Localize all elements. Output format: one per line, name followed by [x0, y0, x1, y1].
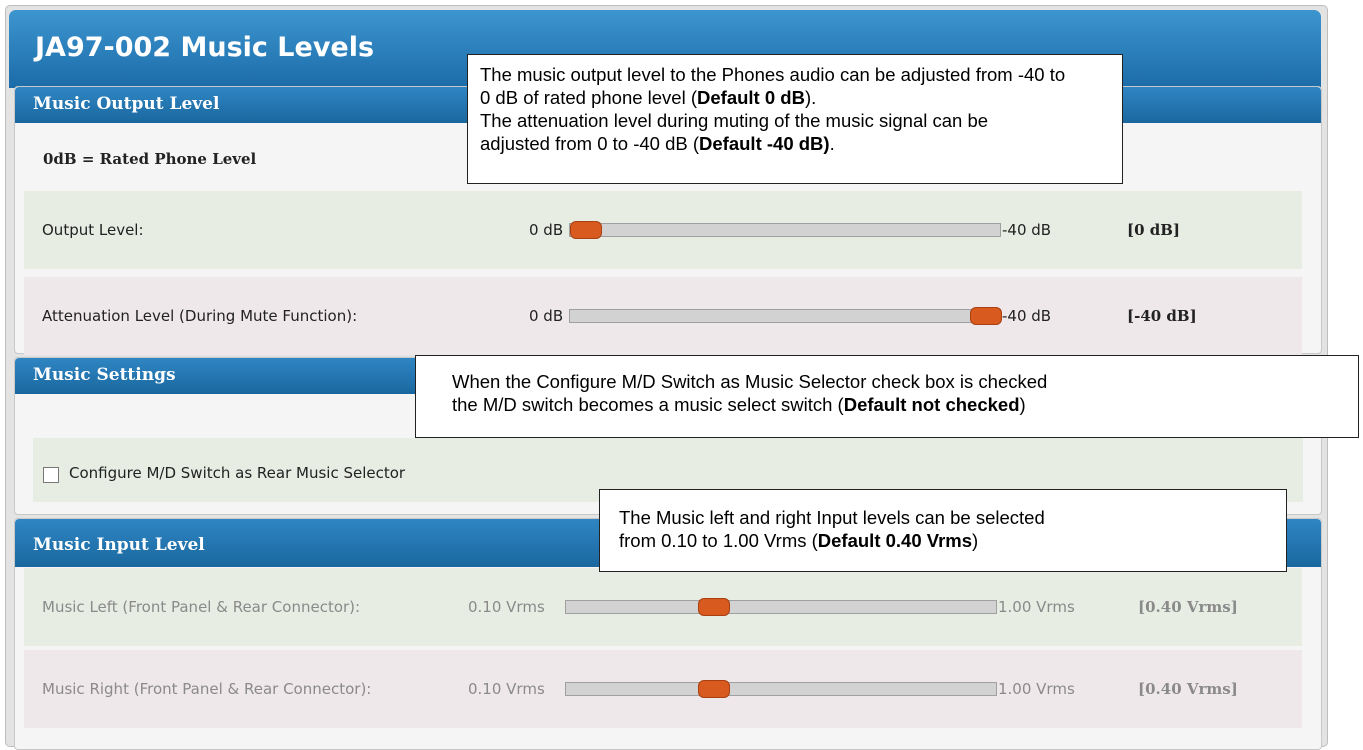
output-callout-line-3: The attenuation level during muting of t…: [480, 110, 989, 131]
output-level-callout: The music output level to the Phones aud…: [467, 54, 1123, 184]
music-right-row: Music Right (Front Panel & Rear Connecto…: [24, 650, 1302, 728]
music-right-min: 0.10 Vrms: [468, 680, 545, 698]
music-left-row: Music Left (Front Panel & Rear Connector…: [24, 568, 1302, 646]
output-level-max: -40 dB: [1002, 221, 1052, 239]
attenuation-level-value: [-40 dB]: [1127, 307, 1197, 325]
output-level-slider-thumb[interactable]: [570, 221, 602, 239]
rated-level-note: 0dB = Rated Phone Level: [43, 150, 257, 168]
music-output-header-label: Music Output Level: [33, 94, 220, 114]
rear-music-selector-label[interactable]: Configure M/D Switch as Rear Music Selec…: [69, 464, 405, 482]
music-settings-header-label: Music Settings: [33, 365, 176, 385]
attenuation-level-slider[interactable]: [569, 307, 1002, 325]
music-left-max: 1.00 Vrms: [998, 598, 1075, 616]
music-right-value: [0.40 Vrms]: [1138, 680, 1238, 698]
music-left-slider-thumb[interactable]: [698, 598, 730, 616]
output-level-min: 0 dB: [529, 221, 564, 239]
attenuation-level-row: Attenuation Level (During Mute Function)…: [24, 277, 1302, 355]
music-input-header-label: Music Input Level: [33, 535, 205, 555]
music-right-label: Music Right (Front Panel & Rear Connecto…: [42, 680, 372, 698]
music-left-slider[interactable]: [565, 598, 997, 616]
output-level-value: [0 dB]: [1127, 221, 1181, 239]
output-callout-line-2: 0 dB of rated phone level (Default 0 dB)…: [480, 87, 817, 108]
music-right-slider-thumb[interactable]: [698, 680, 730, 698]
input-callout-line-2: from 0.10 to 1.00 Vrms (Default 0.40 Vrm…: [619, 530, 979, 551]
output-callout-line-4: adjusted from 0 to -40 dB (Default -40 d…: [480, 133, 835, 154]
music-left-min: 0.10 Vrms: [468, 598, 545, 616]
music-left-value: [0.40 Vrms]: [1138, 598, 1238, 616]
attenuation-level-max: -40 dB: [1002, 307, 1052, 325]
attenuation-level-label: Attenuation Level (During Mute Function)…: [42, 307, 358, 325]
input-level-callout: The Music left and right Input levels ca…: [599, 489, 1287, 572]
settings-callout-line-2: the M/D switch becomes a music select sw…: [452, 394, 1026, 415]
output-level-slider[interactable]: [569, 221, 1001, 239]
attenuation-level-slider-thumb[interactable]: [970, 307, 1002, 325]
music-right-slider[interactable]: [565, 680, 997, 698]
output-level-label: Output Level:: [42, 221, 144, 239]
settings-callout: When the Configure M/D Switch as Music S…: [415, 355, 1359, 438]
page-title: JA97-002 Music Levels: [35, 32, 375, 63]
output-level-row: Output Level: 0 dB -40 dB [0 dB]: [24, 191, 1302, 269]
settings-callout-line-1: When the Configure M/D Switch as Music S…: [452, 371, 1048, 392]
attenuation-level-min: 0 dB: [529, 307, 564, 325]
music-right-max: 1.00 Vrms: [998, 680, 1075, 698]
rear-music-selector-checkbox[interactable]: [43, 467, 59, 483]
input-callout-line-1: The Music left and right Input levels ca…: [619, 507, 1045, 528]
music-left-label: Music Left (Front Panel & Rear Connector…: [42, 598, 361, 616]
output-callout-line-1: The music output level to the Phones aud…: [480, 64, 1066, 85]
